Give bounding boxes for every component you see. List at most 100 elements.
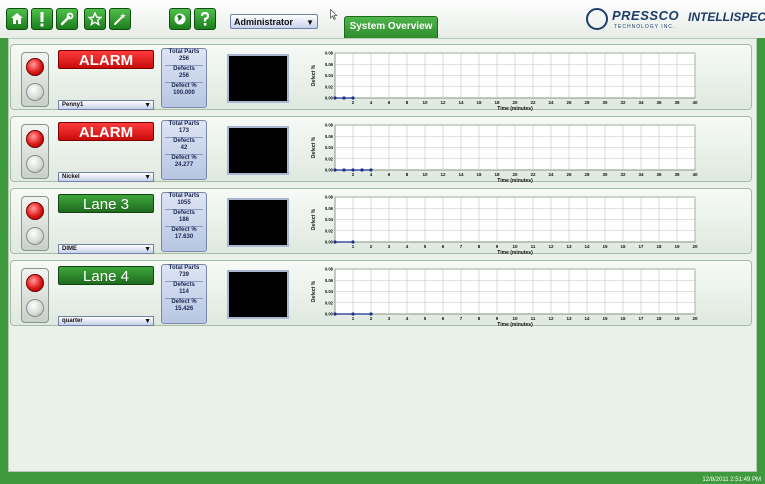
chart-data-point	[351, 312, 355, 316]
chart-x-tick-label: 28	[584, 172, 590, 177]
chart-x-tick-label: 2	[352, 172, 355, 177]
wand-icon[interactable]	[109, 8, 131, 30]
lane-row: Lane 4 quarter ▼ Total Parts 739 Defects…	[10, 260, 752, 328]
home-icon[interactable]	[6, 8, 28, 30]
chart-y-tick-label: 0.08	[325, 267, 334, 272]
camera-image[interactable]	[227, 270, 289, 319]
chevron-down-icon: ▼	[144, 318, 151, 325]
total-parts-value: 1055	[177, 200, 191, 206]
product-select[interactable]: DIME ▼	[58, 244, 154, 254]
lane-status-badge[interactable]: Lane 3	[58, 194, 154, 213]
off-light-icon	[26, 155, 44, 173]
chart-x-tick-label: 14	[584, 316, 590, 321]
product-select[interactable]: Penny1 ▼	[58, 100, 154, 110]
chart-x-tick-label: 11	[531, 244, 536, 249]
chart-x-tick-label: 20	[512, 172, 518, 177]
chart-data-point	[360, 168, 364, 172]
defect-chart: 1 2 3 4 5 6 7 8 9 10 11 12 13 14 15 16 17 18 19 200.000.020…	[311, 267, 698, 328]
lane-status-badge[interactable]: Lane 4	[58, 266, 154, 285]
chart-x-tick-label: 26	[566, 100, 572, 105]
exclamation-icon[interactable]	[31, 8, 53, 30]
chevron-down-icon: ▼	[144, 174, 151, 181]
wrench-icon[interactable]	[56, 8, 78, 30]
chart-x-tick-label: 16	[476, 100, 482, 105]
chart-y-tick-label: 0.04	[325, 289, 334, 294]
chart-x-tick-label: 18	[494, 172, 500, 177]
intellispec-logo: INTELLISPEC	[688, 10, 765, 24]
chart-x-tick-label: 20	[512, 100, 518, 105]
chart-x-tick-label: 16	[620, 316, 626, 321]
product-select-value: DIME	[62, 246, 77, 252]
chart-x-tick-label: 10	[512, 316, 518, 321]
stack-light	[21, 124, 49, 179]
lane-row: ALARM Penny1 ▼ Total Parts 256 Defects 2…	[10, 44, 752, 112]
chart-data-point	[333, 240, 337, 244]
chart-x-tick-label: 12	[440, 172, 446, 177]
user-select[interactable]: Administrator ▼	[230, 14, 318, 29]
chart-y-tick-label: 0.00	[325, 96, 334, 101]
chart-y-tick-label: 0.04	[325, 217, 334, 222]
star-icon[interactable]	[84, 8, 106, 30]
chart-x-tick-label: 18	[494, 100, 500, 105]
chart-x-tick-label: 6	[388, 172, 391, 177]
chart-x-tick-label: 9	[496, 244, 499, 249]
chart-x-tick-label: 14	[458, 100, 464, 105]
chart-x-tick-label: 15	[602, 244, 608, 249]
chart-x-tick-label: 32	[620, 172, 626, 177]
chart-x-axis-label: Time (minutes)	[497, 322, 533, 327]
chart-x-tick-label: 40	[692, 172, 698, 177]
question-icon[interactable]	[194, 8, 216, 30]
chart-x-tick-label: 13	[566, 316, 572, 321]
lane-row: ALARM Nickel ▼ Total Parts 173 Defects 4…	[10, 116, 752, 183]
chart-data-point	[333, 168, 337, 172]
chart-x-tick-label: 8	[406, 100, 409, 105]
tab-system-overview[interactable]: System Overview	[344, 16, 438, 38]
chart-x-tick-label: 6	[388, 100, 391, 105]
product-select[interactable]: Nickel ▼	[58, 172, 154, 182]
chart-x-tick-label: 22	[530, 100, 536, 105]
chart-data-point	[351, 168, 355, 172]
chart-x-tick-label: 16	[476, 172, 482, 177]
defects-label: Defects	[173, 210, 195, 216]
chart-x-tick-label: 6	[442, 244, 445, 249]
defect-percent-label: Defect %	[171, 83, 197, 89]
chart-x-tick-label: 17	[638, 316, 644, 321]
chart-data-point	[333, 96, 337, 100]
product-select[interactable]: quarter ▼	[58, 316, 154, 326]
chart-x-tick-label: 12	[548, 244, 554, 249]
chart-x-tick-label: 20	[692, 244, 698, 249]
chart-x-tick-label: 18	[656, 316, 662, 321]
camera-image[interactable]	[227, 198, 289, 247]
globe-icon[interactable]	[169, 8, 191, 30]
chart-data-point	[342, 168, 346, 172]
chart-x-tick-label: 30	[602, 100, 608, 105]
lane-status-badge[interactable]: ALARM	[58, 122, 154, 141]
chart-x-tick-label: 5	[424, 244, 427, 249]
chart-x-tick-label: 24	[548, 172, 554, 177]
lane-stats: Total Parts 173 Defects 42 Defect % 24.2…	[161, 120, 207, 180]
chart-y-axis-label: Defect %	[311, 64, 317, 86]
chart-x-tick-label: 12	[440, 100, 446, 105]
lane-stats: Total Parts 256 Defects 256 Defect % 100…	[161, 48, 207, 108]
off-light-icon	[26, 299, 44, 317]
chart-x-tick-label: 3	[388, 244, 391, 249]
chart-x-tick-label: 32	[620, 100, 626, 105]
chart-x-axis-label: Time (minutes)	[497, 106, 533, 111]
defect-chart: 1 2 3 4 5 6 7 8 9 10 11 12 13 14 15 16 17 18 19 200.000.020…	[311, 195, 698, 256]
defect-chart: 2 4 6 8 10 12 14 16 18 20 22 24 26 28 30 32 34 36 38 400.00…	[311, 51, 698, 112]
chart-x-tick-label: 22	[530, 172, 536, 177]
defects-value: 114	[179, 289, 189, 295]
chart-x-tick-label: 3	[388, 316, 391, 321]
chart-data-point	[351, 96, 355, 100]
chart-y-tick-label: 0.06	[325, 62, 334, 67]
chart-y-tick-label: 0.02	[325, 228, 334, 233]
chart-x-tick-label: 2	[370, 244, 373, 249]
camera-image[interactable]	[227, 126, 289, 175]
pressco-logo-sub: TECHNOLOGY INC.	[614, 24, 676, 30]
lane-status-badge[interactable]: ALARM	[58, 50, 154, 69]
chevron-down-icon: ▼	[306, 18, 314, 27]
chart-x-tick-label: 7	[460, 316, 463, 321]
chart-x-tick-label: 12	[548, 316, 554, 321]
chevron-down-icon: ▼	[144, 246, 151, 253]
camera-image[interactable]	[227, 54, 289, 103]
